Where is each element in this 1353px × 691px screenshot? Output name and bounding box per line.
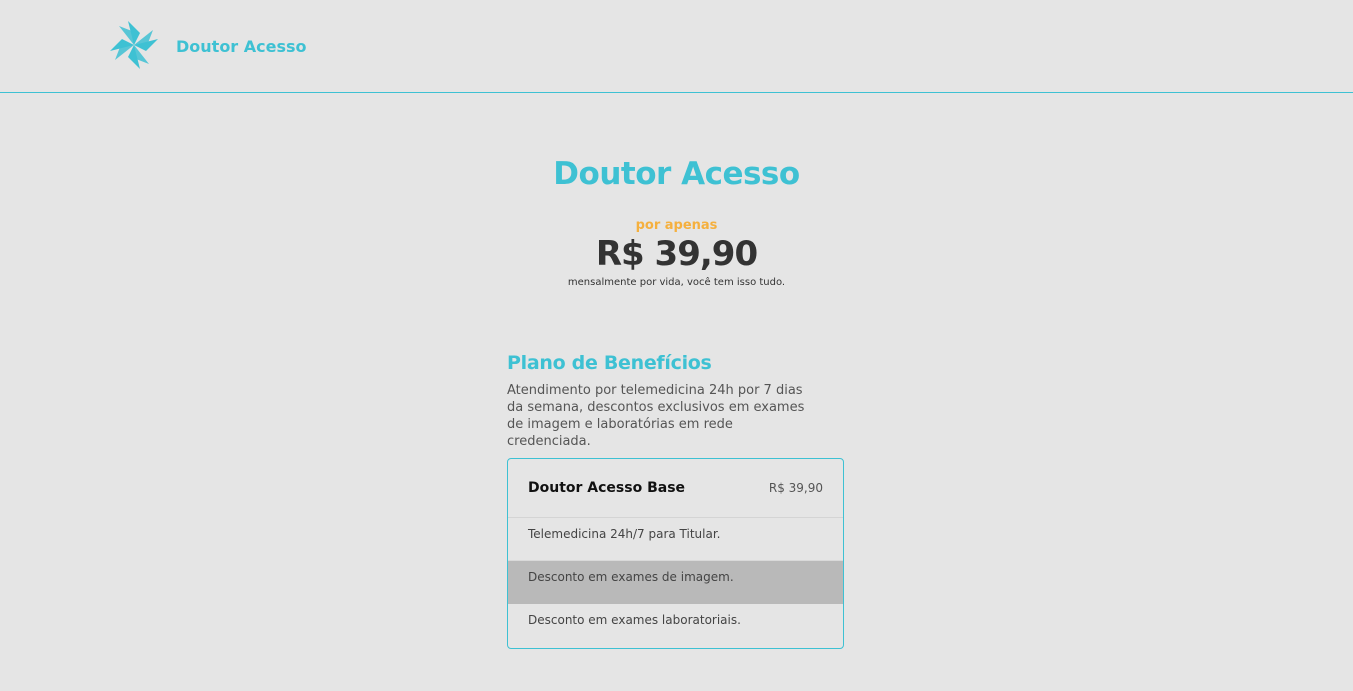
benefits-description: Atendimento por telemedicina 24h por 7 d… [507,383,805,449]
brand-name: Doutor Acesso [176,36,307,56]
plan-item[interactable]: Telemedicina 24h/7 para Titular. [508,518,843,561]
hero-subtitle: por apenas [635,218,718,233]
plan-name: Doutor Acesso Base [528,480,686,496]
plan-header: Doutor Acesso Base R$ 39,90 [508,459,843,518]
hero-price: R$ 39,90 [595,234,758,274]
pinwheel-logo-icon [106,17,162,73]
plan-price: R$ 39,90 [768,481,823,495]
benefits-title: Plano de Benefícios [507,352,712,374]
plan-card: Doutor Acesso Base R$ 39,90 Telemedicina… [507,458,844,649]
hero-title: Doutor Acesso [553,156,800,192]
brand-logo-link[interactable]: Doutor Acesso [106,17,307,73]
plan-item[interactable]: Desconto em exames de imagem. [508,561,843,604]
benefits-section: Plano de Benefícios Atendimento por tele… [507,352,844,450]
hero-note: mensalmente por vida, você tem isso tudo… [567,277,786,288]
plan-item[interactable]: Desconto em exames laboratoriais. [508,604,843,647]
top-header: Doutor Acesso [0,0,1353,93]
